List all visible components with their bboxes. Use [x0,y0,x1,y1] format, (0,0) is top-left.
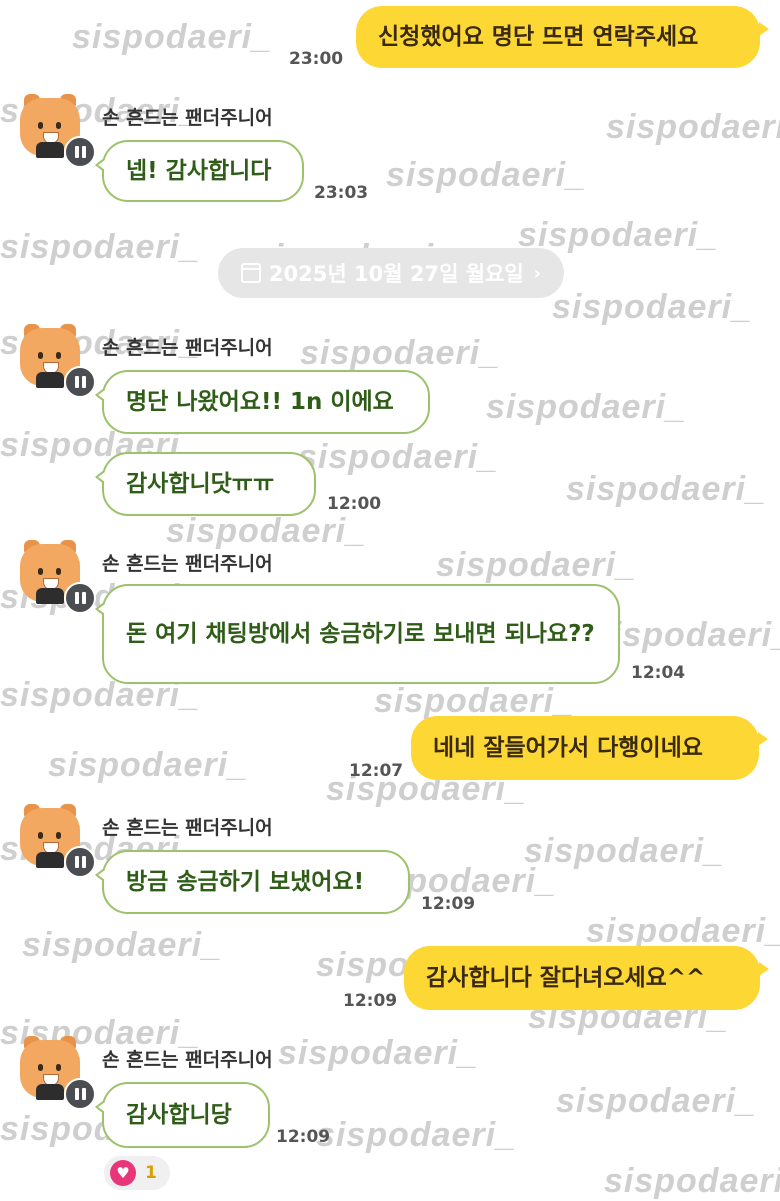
chevron-right-icon: › [533,262,542,284]
message-time: 12:09 [343,991,398,1011]
incoming-message-bubble[interactable]: 넵! 감사합니다 [95,140,304,202]
sender-name: 손 흔드는 팬더주니어 [102,1049,273,1071]
outgoing-message-bubble[interactable]: 네네 잘들어가서 다행이네요 [411,716,768,780]
outgoing-message-bubble[interactable]: 신청했어요 명단 뜨면 연락주세요 [356,6,769,68]
watermark: sispodaeri_ [300,334,500,372]
watermark: sispodaeri_ [606,108,780,146]
sender-name: 손 흔드는 팬더주니어 [102,337,273,359]
incoming-message-bubble[interactable]: 감사합니닷ㅠㅠ [95,452,316,516]
message-text: 감사합니당 [126,1102,232,1128]
watermark: sispodaeri_ [552,288,752,326]
watermark: sispodaeri_ [524,832,724,870]
watermark: sispodaeri_ [22,926,222,964]
pause-badge-icon [64,366,96,398]
heart-icon: ♥ [110,1160,136,1186]
message-text: 감사합니다 잘다녀오세요^^ [426,965,706,991]
message-time: 23:00 [289,49,344,69]
watermark: sispodaeri_ [166,512,366,550]
incoming-message-bubble[interactable]: 감사합니당 [95,1082,270,1148]
watermark: sispodaeri_ [604,1162,780,1200]
reaction-count: 1 [145,1163,157,1183]
message-time: 12:07 [349,761,404,781]
message-text: 방금 송금하기 보냈어요! [126,869,365,895]
watermark: sispodaeri_ [592,616,780,654]
pause-badge-icon [64,136,96,168]
watermark: sispodaeri_ [316,1116,516,1154]
pause-badge-icon [64,582,96,614]
date-divider[interactable]: 2025년 10월 27일 월요일 › [218,248,564,298]
sender-avatar[interactable] [20,1036,96,1110]
message-time: 12:09 [276,1127,331,1147]
watermark: sispodaeri_ [566,470,766,508]
message-time: 12:00 [327,494,382,514]
incoming-message-bubble[interactable]: 방금 송금하기 보냈어요! [95,850,410,914]
sender-name: 손 흔드는 팬더주니어 [102,107,273,129]
sender-avatar[interactable] [20,540,96,614]
watermark: sispodaeri_ [556,1082,756,1120]
outgoing-message-bubble[interactable]: 감사합니다 잘다녀오세요^^ [404,946,769,1010]
watermark: sispodaeri_ [386,156,586,194]
watermark: sispodaeri_ [278,1034,478,1072]
sender-avatar[interactable] [20,324,96,398]
message-text: 감사합니닷ㅠㅠ [126,471,275,497]
sender-name: 손 흔드는 팬더주니어 [102,817,273,839]
message-text: 돈 여기 채팅방에서 송금하기로 보내면 되나요?? [126,621,595,647]
calendar-icon [240,263,261,283]
pause-badge-icon [64,846,96,878]
message-time: 23:03 [314,183,369,203]
watermark: sispodaeri_ [436,546,636,584]
watermark: sispodaeri_ [48,746,248,784]
sender-avatar[interactable] [20,94,96,168]
message-text: 신청했어요 명단 뜨면 연락주세요 [378,24,699,50]
watermark: sispodaeri_ [72,18,272,56]
watermark: sispodaeri_ [486,388,686,426]
watermark: sispodaeri_ [298,438,498,476]
reaction-chip[interactable]: ♥ 1 [104,1156,170,1190]
sender-name: 손 흔드는 팬더주니어 [102,553,273,575]
watermark: sispodaeri_ [0,228,200,266]
message-time: 12:09 [421,894,476,914]
sender-avatar[interactable] [20,804,96,878]
incoming-message-bubble[interactable]: 돈 여기 채팅방에서 송금하기로 보내면 되나요?? [95,584,620,684]
message-text: 명단 나왔어요!! 1n 이에요 [126,389,394,415]
message-time: 12:04 [631,663,686,683]
incoming-message-bubble[interactable]: 명단 나왔어요!! 1n 이에요 [95,370,430,434]
pause-badge-icon [64,1078,96,1110]
date-divider-label: 2025년 10월 27일 월요일 [268,262,524,286]
message-text: 넵! 감사합니다 [126,158,272,184]
message-text: 네네 잘들어가서 다행이네요 [433,735,703,761]
